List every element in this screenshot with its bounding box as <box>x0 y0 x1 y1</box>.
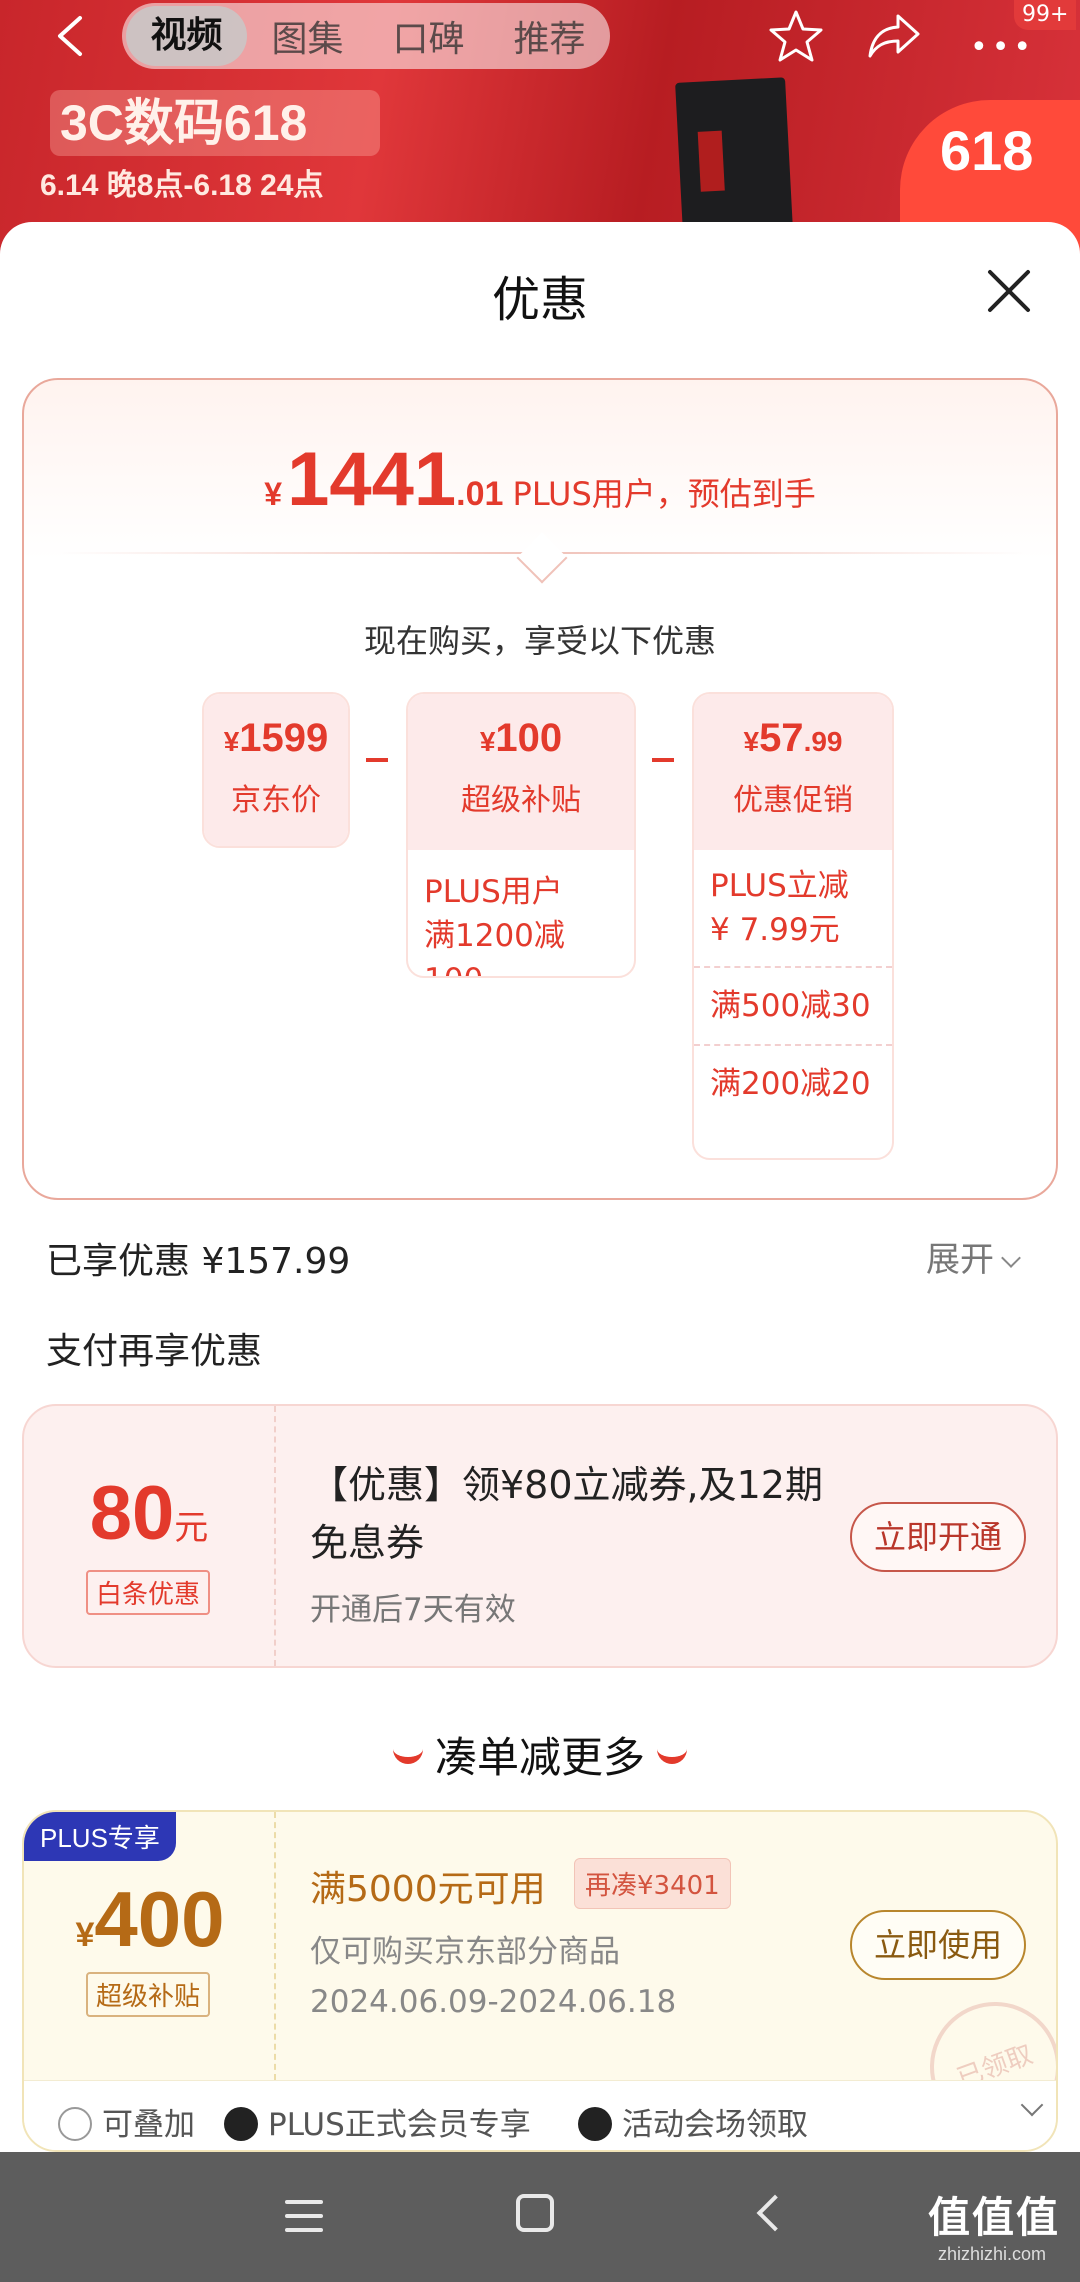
subsidy-label: 超级补贴 <box>461 783 581 818</box>
notification-badge: 99+ <box>1014 0 1077 30</box>
watermark-logo: 值值值 <box>928 2193 1061 2242</box>
share-icon[interactable] <box>866 10 922 62</box>
coupon-scope: 仅可购买京东部分商品 <box>310 1934 620 1970</box>
promo-label: 优惠促销 <box>733 783 853 818</box>
baitiao-tag: 白条优惠 <box>86 1570 211 1615</box>
activate-button[interactable]: 立即开通 <box>850 1502 1026 1572</box>
coupon-date: 2024.06.09-2024.06.18 <box>310 1984 677 2020</box>
star-icon[interactable] <box>768 8 824 64</box>
smile-icon <box>392 1746 423 1764</box>
more-deals-heading: 凑单减更多 <box>0 1724 1080 1785</box>
media-tabs: 视频 图集 口碑 推荐 <box>122 3 610 69</box>
plus-coupon-amount: 400 <box>94 1875 225 1963</box>
expand-label: 展开 <box>926 1240 994 1280</box>
top-nav: 视频 图集 口碑 推荐 ••• 99+ <box>0 0 1080 72</box>
need-more-badge: 再凑¥3401 <box>574 1858 731 1909</box>
super-subsidy-box: ¥100 超级补贴 PLUS用户 满1200减100 <box>406 692 636 978</box>
promo-box: ¥57.99 优惠促销 PLUS立减 ¥ 7.99元 满500减30 满200减… <box>692 692 894 1160</box>
price-note: PLUS用户，预估到手 <box>512 475 816 513</box>
back-icon[interactable] <box>756 2194 794 2232</box>
banner-title: 3C数码618 <box>50 90 380 156</box>
tab-video[interactable]: 视频 <box>126 6 247 66</box>
home-icon[interactable] <box>516 2194 554 2232</box>
use-now-button[interactable]: 立即使用 <box>850 1910 1026 1980</box>
subsidy-amount: 100 <box>495 716 563 760</box>
promo-rule: 满200减20 <box>694 1044 892 1122</box>
subsidy-rule: PLUS用户 满1200减100 <box>424 874 565 976</box>
baitiao-amount: 80 <box>89 1471 175 1556</box>
buy-now-text: 现在购买，享受以下优惠 <box>363 622 716 660</box>
footer-stackable: 可叠加 <box>102 2107 195 2143</box>
price-decimal: .01 <box>456 475 504 513</box>
price-integer: 1441 <box>287 437 457 522</box>
chevron-down-icon <box>1001 1248 1021 1268</box>
estimated-price: ¥ 1441.01 PLUS用户，预估到手 <box>24 436 1056 523</box>
back-icon[interactable] <box>50 14 90 58</box>
pay-more-heading: 支付再享优惠 <box>46 1331 263 1372</box>
discount-sheet: 优惠 ¥ 1441.01 PLUS用户，预估到手 现在购买，享受以下优惠 ¥15… <box>0 222 1080 2152</box>
banner-time: 6.14 晚8点-6.18 24点 <box>40 169 324 202</box>
coupon-condition: 满5000元可用 <box>310 1869 546 1910</box>
baitiao-unit: 元 <box>174 1508 209 1548</box>
close-icon[interactable] <box>984 266 1034 316</box>
recent-apps-icon[interactable] <box>285 2200 323 2234</box>
baitiao-coupon: 80元 白条优惠 【优惠】领¥80立减券,及12期免息券 开通后7天有效 立即开… <box>22 1404 1058 1668</box>
baitiao-validity: 开通后7天有效 <box>310 1592 516 1628</box>
promo-amount: 57 <box>759 716 804 760</box>
enjoyed-discount: 已享优惠 ¥157.99 <box>46 1241 351 1282</box>
minus-sign <box>652 758 674 762</box>
plus-coupon: ¥400 超级补贴 PLUS专享 满5000元可用 再凑¥3401 仅可购买京东… <box>22 1810 1058 2152</box>
jd-price-label: 京东价 <box>231 783 321 818</box>
tab-gallery[interactable]: 图集 <box>247 10 368 62</box>
system-nav-bar: 值值值 zhizhizhi.com <box>0 2152 1080 2282</box>
plus-exclusive-badge: PLUS专享 <box>24 1812 176 1861</box>
more-icon[interactable]: ••• <box>970 30 1035 65</box>
chevron-down-icon[interactable] <box>1020 2093 1044 2117</box>
promo-rule: PLUS立减 ¥ 7.99元 <box>710 868 849 948</box>
coupon-footer: 可叠加 PLUS正式会员专享 活动会场领取 <box>24 2080 1056 2150</box>
subsidy-tag: 超级补贴 <box>86 1972 211 2017</box>
price-breakdown-card: ¥ 1441.01 PLUS用户，预估到手 现在购买，享受以下优惠 ¥1599 … <box>22 378 1058 1200</box>
currency-symbol: ¥ <box>264 476 282 512</box>
expand-toggle[interactable]: 展开 <box>926 1232 1021 1281</box>
tab-recommend[interactable]: 推荐 <box>489 10 610 62</box>
smile-icon <box>657 1746 687 1764</box>
watermark-url: zhizhizhi.com <box>938 2244 1047 2264</box>
tab-reviews[interactable]: 口碑 <box>368 10 489 62</box>
ticket-icon <box>578 2106 612 2141</box>
footer-plus-only: PLUS正式会员专享 <box>268 2107 531 2143</box>
minus-sign <box>366 758 388 762</box>
crown-icon <box>224 2106 258 2141</box>
footer-venue: 活动会场领取 <box>622 2107 808 2143</box>
divider-notch <box>516 532 568 584</box>
jd-price-amount: 1599 <box>239 716 329 760</box>
baitiao-desc: 【优惠】领¥80立减券,及12期免息券 <box>310 1463 823 1565</box>
sheet-title: 优惠 <box>491 272 588 328</box>
jd-price-box: ¥1599 京东价 <box>202 692 350 848</box>
promo-rule: 满500减30 <box>694 966 892 1044</box>
stack-icon <box>58 2106 92 2141</box>
